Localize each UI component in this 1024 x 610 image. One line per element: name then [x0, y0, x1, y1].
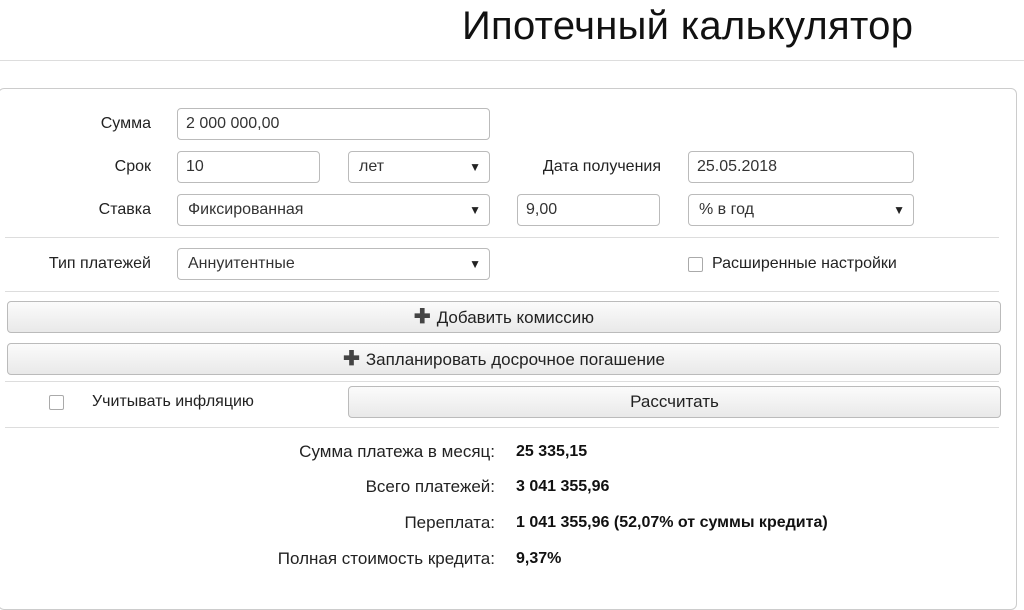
divider	[5, 427, 999, 428]
plan-prepayment-label: Запланировать досрочное погашение	[365, 350, 665, 369]
overpayment-label: Переплата:	[404, 513, 495, 532]
payment-type-select[interactable]: Аннуитентные ▼	[177, 248, 490, 280]
plus-icon: ✚	[343, 348, 360, 370]
advanced-settings-label[interactable]: Расширенные настройки	[712, 255, 897, 273]
rate-label: Ставка	[98, 201, 151, 218]
term-unit-value: лет	[359, 158, 385, 175]
plan-prepayment-button[interactable]: ✚ Запланировать досрочное погашение	[7, 343, 1001, 375]
full-cost-label: Полная стоимость кредита:	[277, 549, 495, 568]
term-unit-select[interactable]: лет ▼	[348, 151, 490, 183]
payment-type-label: Тип платежей	[48, 255, 151, 272]
title-divider	[0, 60, 1024, 61]
monthly-payment-label: Сумма платежа в месяц:	[299, 442, 495, 461]
amount-label: Сумма	[100, 115, 151, 132]
caret-down-icon: ▼	[469, 257, 481, 271]
term-input[interactable]: 10	[177, 151, 320, 183]
rate-unit-select[interactable]: % в год ▼	[688, 194, 914, 226]
date-input[interactable]: 25.05.2018	[688, 151, 914, 183]
divider	[5, 381, 999, 382]
add-commission-label: Добавить комиссию	[436, 308, 595, 327]
advanced-settings-checkbox[interactable]	[688, 257, 703, 272]
calculator-panel: Сумма 2 000 000,00 Срок 10 лет ▼ Дата по…	[0, 88, 1017, 610]
overpayment-value: 1 041 355,96 (52,07% от суммы кредита)	[516, 514, 828, 531]
total-payments-value: 3 041 355,96	[516, 478, 610, 495]
calculate-button[interactable]: Рассчитать	[348, 386, 1001, 418]
monthly-payment-value: 25 335,15	[516, 443, 588, 460]
total-payments-label: Всего платежей:	[365, 477, 495, 496]
caret-down-icon: ▼	[469, 160, 481, 174]
rate-type-select[interactable]: Фиксированная ▼	[177, 194, 490, 226]
inflation-label[interactable]: Учитывать инфляцию	[92, 393, 254, 411]
add-commission-button[interactable]: ✚ Добавить комиссию	[7, 301, 1001, 333]
caret-down-icon: ▼	[469, 203, 481, 217]
inflation-checkbox[interactable]	[49, 395, 64, 410]
amount-input[interactable]: 2 000 000,00	[177, 108, 490, 140]
term-label: Срок	[114, 158, 151, 175]
divider	[5, 291, 999, 292]
rate-unit-value: % в год	[699, 201, 754, 218]
payment-type-value: Аннуитентные	[188, 255, 295, 272]
page-title: Ипотечный калькулятор	[462, 4, 914, 48]
caret-down-icon: ▼	[893, 203, 905, 217]
rate-type-value: Фиксированная	[188, 201, 304, 218]
divider	[5, 237, 999, 238]
date-label: Дата получения	[542, 158, 661, 175]
full-cost-value: 9,37%	[516, 550, 562, 567]
rate-input[interactable]: 9,00	[517, 194, 660, 226]
plus-icon: ✚	[413, 306, 431, 328]
